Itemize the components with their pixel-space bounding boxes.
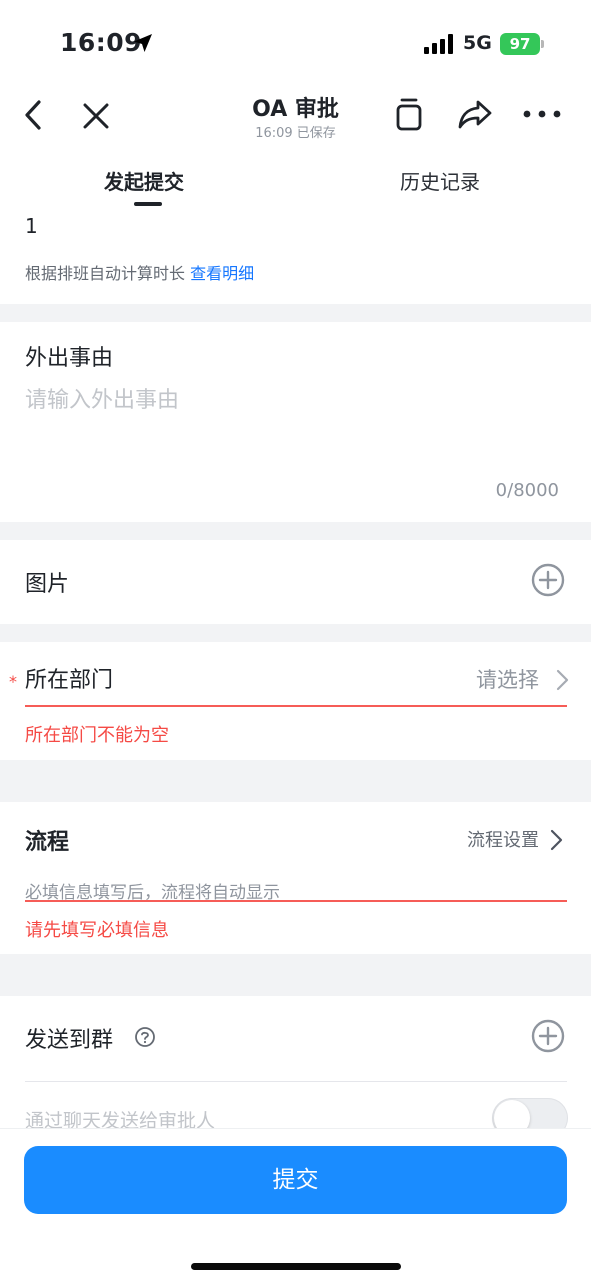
page-title: OA 审批 — [252, 97, 339, 122]
send-to-group-section: 发送到群 通过聊天发送给审批人 — [0, 996, 591, 1128]
process-error-underline — [25, 900, 567, 902]
status-time: 16:09 — [60, 28, 143, 57]
network-type: 5G — [463, 32, 492, 54]
signal-icon — [424, 34, 453, 54]
location-arrow-icon — [134, 34, 152, 52]
save-status: 16:09 已保存 — [255, 126, 336, 141]
process-label: 流程 — [25, 830, 70, 855]
department-label: 所在部门 — [25, 668, 114, 693]
nav-bar: OA 审批 16:09 已保存 — [0, 88, 591, 144]
tab-submit[interactable]: 发起提交 — [104, 166, 184, 195]
duration-value: 1 — [25, 214, 38, 238]
reason-input[interactable]: 请输入外出事由 — [25, 382, 179, 414]
tab-active-indicator — [134, 202, 162, 206]
help-icon[interactable] — [134, 1026, 156, 1048]
send-via-chat-toggle[interactable] — [492, 1098, 568, 1128]
process-error: 请先填写必填信息 — [25, 920, 169, 941]
process-settings-link[interactable]: 流程设置 — [467, 826, 539, 852]
tab-history[interactable]: 历史记录 — [400, 166, 480, 195]
more-icon[interactable] — [522, 104, 562, 124]
department-section: * 所在部门 请选择 所在部门不能为空 — [0, 642, 591, 760]
department-error-underline — [25, 705, 567, 707]
tab-bar: 发起提交 历史记录 — [0, 144, 591, 208]
add-image-icon[interactable] — [531, 563, 565, 597]
battery-tip — [541, 40, 544, 48]
department-select[interactable]: 请选择 — [476, 664, 539, 694]
share-icon[interactable] — [456, 98, 494, 130]
submit-button[interactable]: 提交 — [24, 1146, 567, 1214]
images-label: 图片 — [25, 572, 70, 597]
department-error: 所在部门不能为空 — [25, 725, 169, 746]
reason-char-counter: 0/8000 — [495, 480, 559, 501]
duration-section: 1 根据排班自动计算时长 查看明细 — [0, 208, 591, 304]
reason-section: 外出事由 请输入外出事由 0/8000 — [0, 322, 591, 522]
battery-icon: 97 — [500, 33, 540, 55]
chevron-right-icon — [556, 669, 569, 691]
images-section: 图片 — [0, 540, 591, 624]
copy-icon[interactable] — [393, 96, 425, 132]
divider — [25, 1081, 567, 1082]
add-group-icon[interactable] — [531, 1019, 565, 1053]
toggle-knob — [494, 1100, 530, 1128]
process-section: 流程 流程设置 必填信息填写后，流程将自动显示 请先填写必填信息 — [0, 802, 591, 954]
section-gap — [0, 954, 591, 996]
home-indicator — [191, 1263, 401, 1270]
section-gap — [0, 624, 591, 642]
reason-label: 外出事由 — [25, 346, 114, 371]
section-gap — [0, 760, 591, 802]
chevron-right-icon — [550, 829, 563, 851]
duration-hint-text: 根据排班自动计算时长 — [25, 264, 186, 283]
footer: 提交 — [0, 1128, 591, 1280]
section-gap — [0, 522, 591, 540]
section-gap — [0, 304, 591, 322]
battery-level: 97 — [509, 35, 531, 53]
send-to-group-label: 发送到群 — [25, 1028, 114, 1053]
status-bar: 16:09 5G 97 — [0, 0, 591, 88]
chat-send-hint: 通过聊天发送给审批人 — [25, 1110, 216, 1128]
view-details-link[interactable]: 查看明细 — [190, 264, 254, 283]
duration-hint: 根据排班自动计算时长 查看明细 — [25, 260, 254, 284]
required-mark: * — [9, 672, 17, 691]
